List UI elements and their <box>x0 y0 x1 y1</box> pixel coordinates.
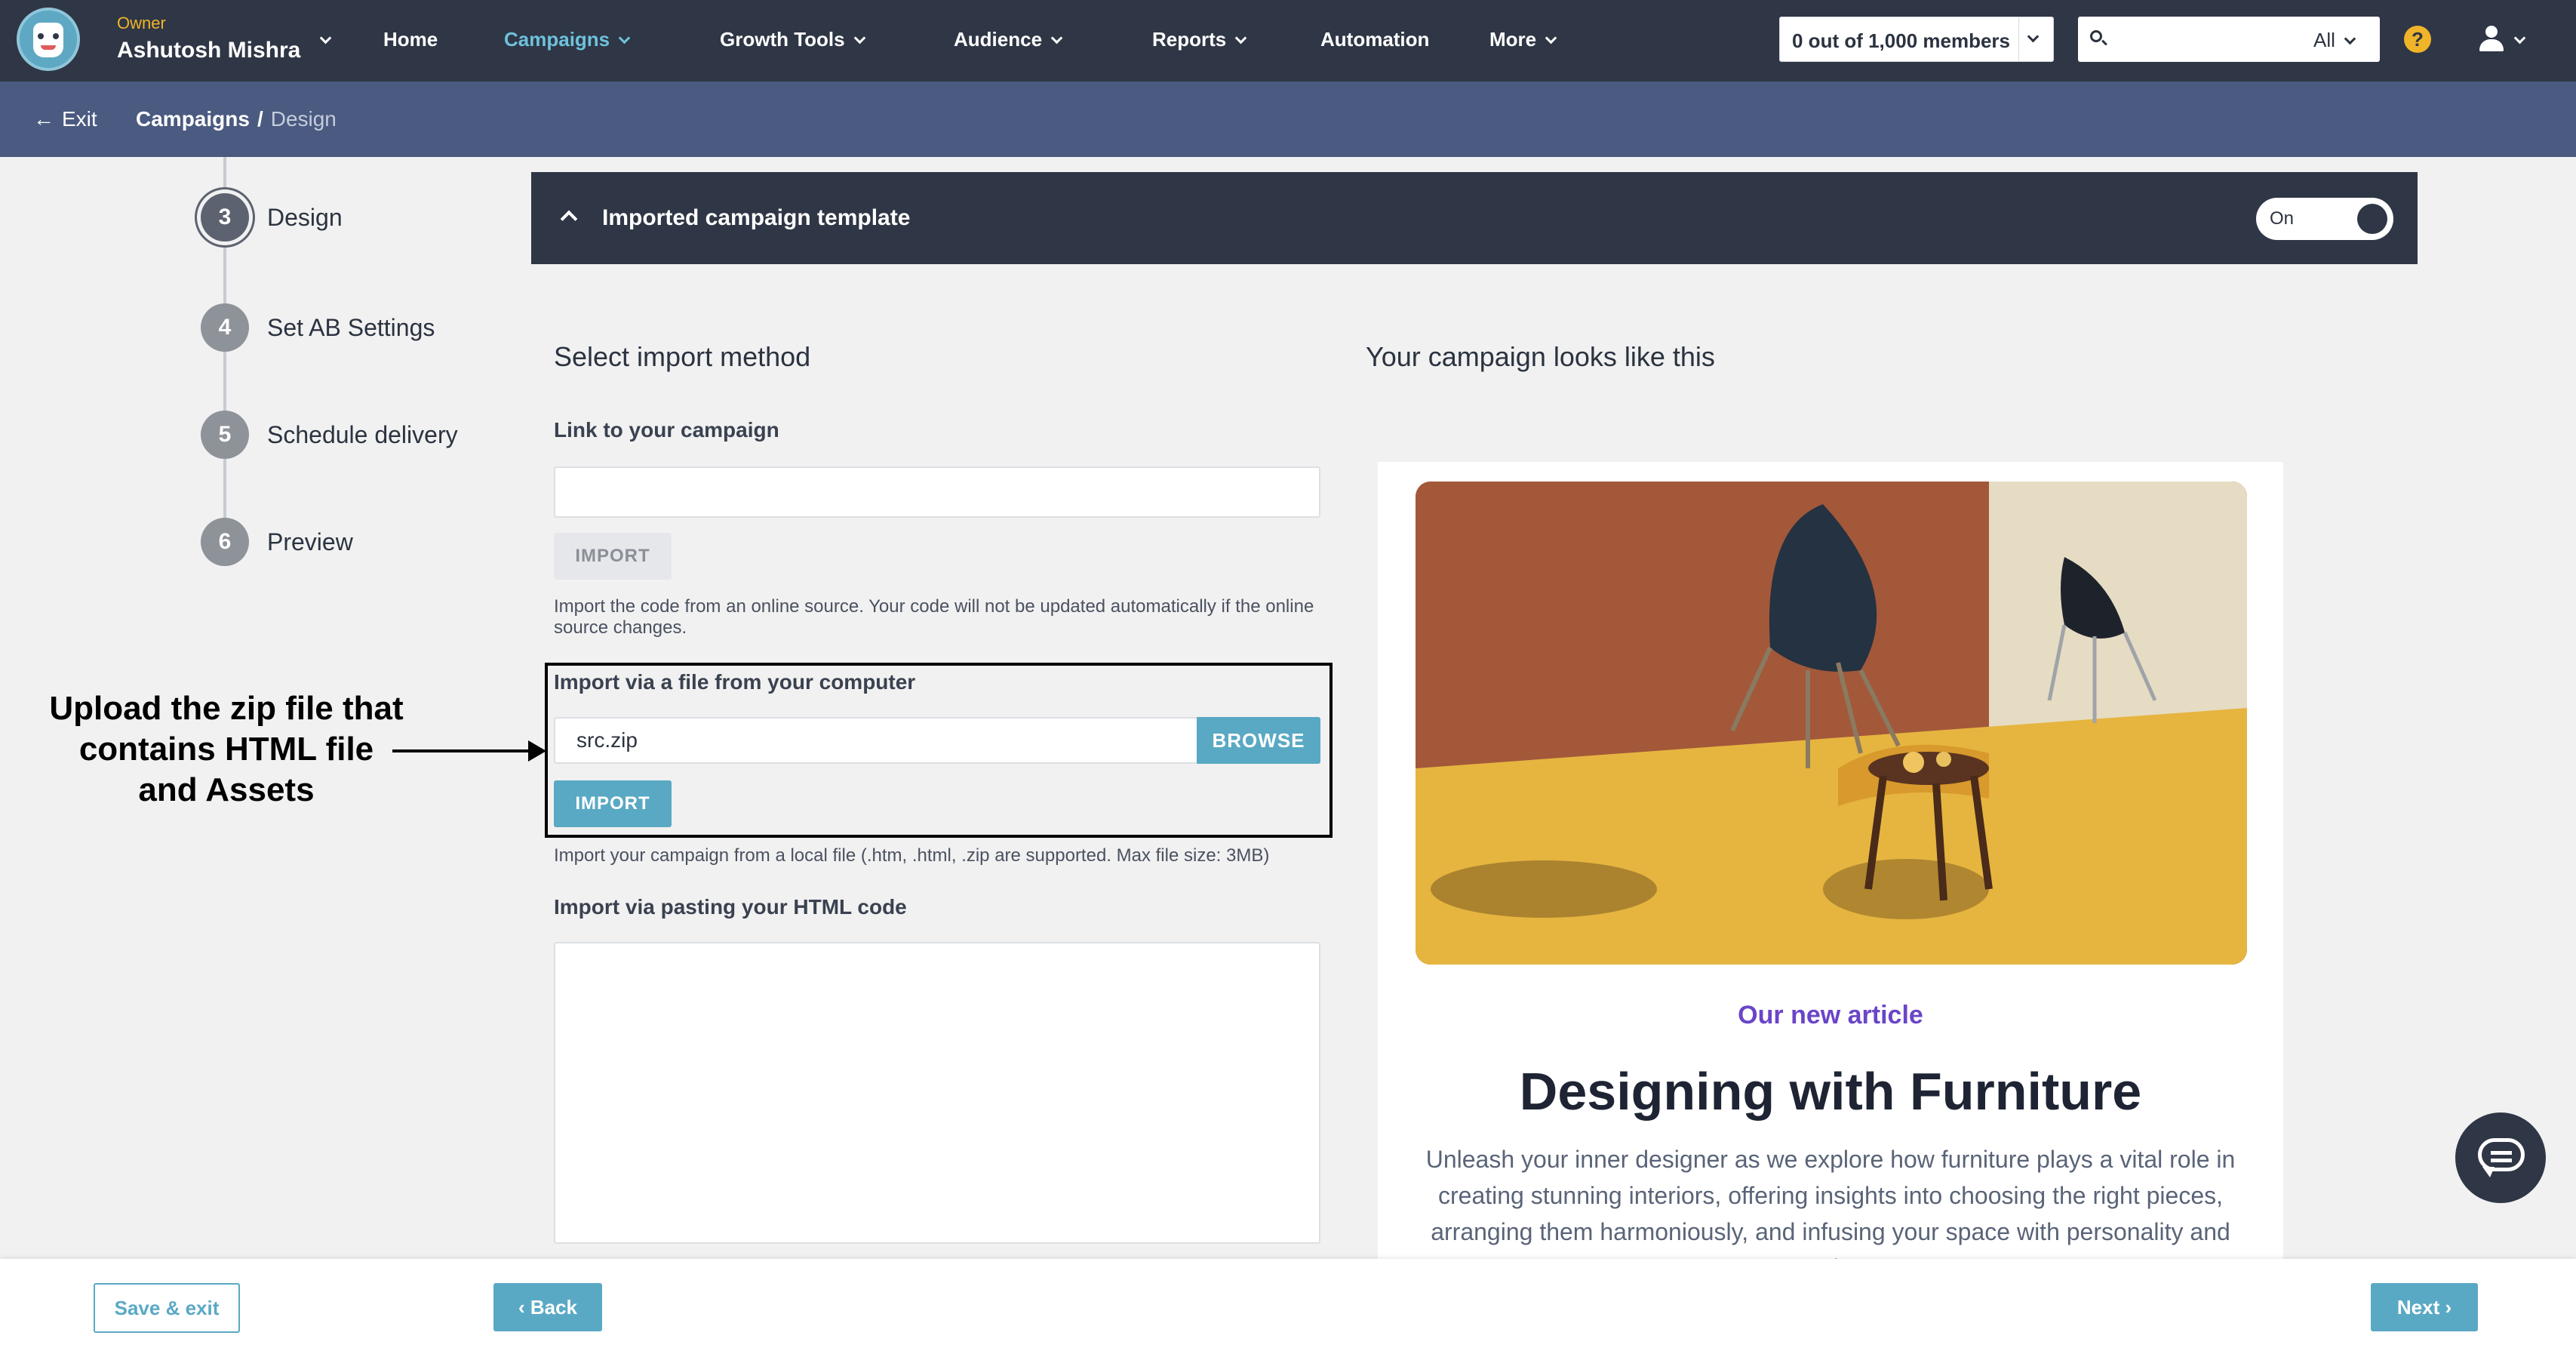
template-section-header[interactable]: Imported campaign template On <box>531 172 2418 264</box>
exit-button[interactable]: ← Exit <box>33 107 97 131</box>
account-switcher[interactable]: Ashutosh Mishra <box>117 38 300 63</box>
search-scope-select[interactable]: All <box>2313 29 2356 52</box>
members-usage-label: 0 out of 1,000 members <box>1792 29 2010 52</box>
breadcrumb-campaigns[interactable]: Campaigns <box>136 107 250 131</box>
chat-icon-tail <box>2482 1167 2495 1177</box>
article-title: Designing with Furniture <box>1519 1062 2142 1121</box>
chevron-down-icon <box>1234 32 1247 45</box>
chat-widget-button[interactable] <box>2455 1112 2546 1203</box>
breadcrumb-separator: / <box>257 107 263 131</box>
link-help-text: Import the code from an online source. Y… <box>554 596 1314 638</box>
top-navbar: Owner Ashutosh Mishra Home Campaigns Gro… <box>0 0 2576 82</box>
preview-section-title: Your campaign looks like this <box>1366 341 1715 372</box>
campaign-preview: Our new article Designing with Furniture… <box>1378 462 2283 1262</box>
back-button[interactable]: ‹ Back <box>493 1283 602 1331</box>
help-icon[interactable]: ? <box>2404 26 2431 53</box>
annotation-arrow <box>392 749 533 752</box>
members-usage-dropdown[interactable]: 0 out of 1,000 members <box>1779 17 2054 62</box>
global-search: All <box>2078 17 2380 62</box>
file-name-input[interactable] <box>554 717 1197 764</box>
chevron-down-icon <box>853 32 865 45</box>
chevron-down-icon <box>1050 32 1063 45</box>
search-input[interactable] <box>2111 24 2262 54</box>
article-kicker: Our new article <box>1738 1001 1923 1029</box>
nav-reports[interactable]: Reports <box>1152 28 1247 51</box>
nav-audience[interactable]: Audience <box>954 28 1063 51</box>
save-exit-button[interactable]: Save & exit <box>94 1283 240 1333</box>
file-help-text: Import your campaign from a local file (… <box>554 845 1270 866</box>
template-section-title: Imported campaign template <box>602 205 911 230</box>
user-icon[interactable] <box>2476 24 2507 54</box>
toggle-knob <box>2357 204 2387 234</box>
app-logo[interactable] <box>17 8 80 71</box>
toggle-label: On <box>2270 208 2295 229</box>
step-label: Schedule delivery <box>267 421 458 448</box>
nav-automation[interactable]: Automation <box>1320 28 1429 51</box>
members-dropdown-toggle[interactable] <box>2018 17 2053 61</box>
file-label: Import via a file from your computer <box>554 670 916 694</box>
article-body: Unleash your inner designer as we explor… <box>1425 1146 2236 1262</box>
nav-campaigns[interactable]: Campaigns <box>504 28 631 51</box>
breadcrumb-design: Design <box>270 107 337 131</box>
nav-more[interactable]: More <box>1489 28 1557 51</box>
chevron-down-icon[interactable] <box>2513 28 2526 51</box>
step-number: 3 <box>201 193 249 242</box>
nav-growth-tools[interactable]: Growth Tools <box>720 28 865 51</box>
owner-role: Owner <box>117 14 166 32</box>
html-code-textarea[interactable] <box>554 942 1320 1244</box>
step-number: 6 <box>201 518 249 566</box>
chevron-down-icon <box>1545 32 1557 45</box>
arrow-right-icon <box>528 740 546 762</box>
import-section-title: Select import method <box>554 341 811 372</box>
chevron-down-icon <box>2027 30 2040 43</box>
link-label: Link to your campaign <box>554 418 779 442</box>
chevron-down-icon[interactable] <box>319 28 332 51</box>
annotation-callout: Upload the zip file that contains HTML f… <box>49 690 404 808</box>
step-number: 5 <box>201 411 249 459</box>
mascot-icon <box>33 23 63 57</box>
arrow-left-icon: ← <box>33 107 54 131</box>
browse-button[interactable]: BROWSE <box>1197 717 1320 764</box>
breadcrumb: Campaigns / Design <box>136 107 337 131</box>
paste-label: Import via pasting your HTML code <box>554 895 907 919</box>
nav-home[interactable]: Home <box>383 28 438 51</box>
import-link-button[interactable]: IMPORT <box>554 533 672 580</box>
step-label: Set AB Settings <box>267 314 435 341</box>
hero-image <box>1416 482 2247 965</box>
wizard-footer: Save & exit ‹ Back Next › <box>0 1259 2576 1351</box>
step-number: 4 <box>201 303 249 352</box>
import-file-button[interactable]: IMPORT <box>554 780 672 827</box>
search-icon <box>2090 30 2102 42</box>
chevron-up-icon[interactable] <box>560 210 578 228</box>
chevron-down-icon <box>618 32 631 45</box>
sub-navbar: ← Exit Campaigns / Design <box>0 82 2576 157</box>
step-label: Design <box>267 204 343 231</box>
next-button[interactable]: Next › <box>2371 1283 2478 1331</box>
chevron-down-icon <box>2344 32 2356 45</box>
campaign-link-input[interactable] <box>554 466 1320 518</box>
template-toggle[interactable]: On <box>2256 198 2393 240</box>
step-label: Preview <box>267 528 353 555</box>
